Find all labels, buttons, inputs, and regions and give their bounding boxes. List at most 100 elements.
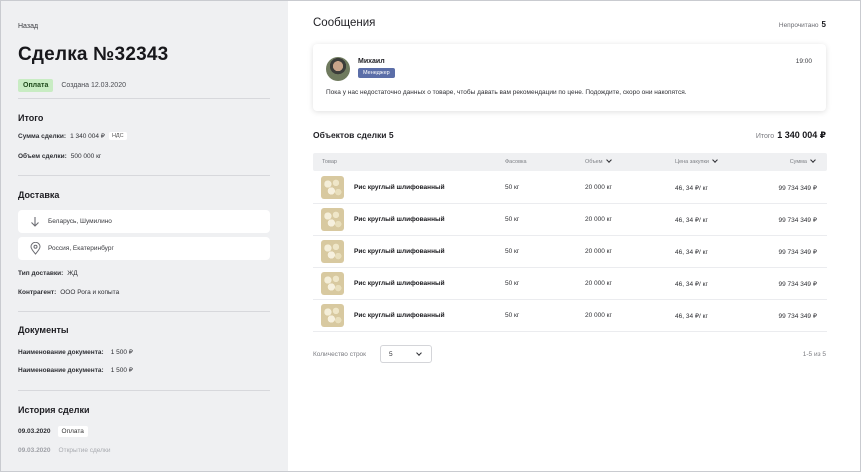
column-price-sort[interactable]: Цена закупки [675, 157, 718, 165]
location-pin-icon [28, 242, 42, 256]
avatar [326, 57, 350, 81]
history-item: 09.03.2020 Оплата [18, 426, 88, 437]
history-event: Оплата [57, 426, 88, 437]
message-text: Пока у нас недостаточно данных о товаре,… [326, 89, 687, 96]
rows-per-page-select[interactable]: 5 [380, 345, 432, 363]
document-label: Наименование документа: [18, 366, 104, 374]
product-pack: 50 кг [505, 280, 520, 287]
chevron-down-icon [810, 157, 816, 163]
product-pack: 50 кг [505, 184, 520, 191]
product-price: 46, 34 ₽/ кг [675, 217, 708, 224]
column-sum: Сумма [789, 159, 807, 165]
messages-title: Сообщения [313, 17, 376, 29]
product-image [321, 272, 344, 295]
product-name: Рис круглый шлифованный [354, 216, 445, 223]
chevron-down-icon [712, 157, 718, 163]
delivery-type-value: ЖД [67, 270, 78, 277]
product-pack: 50 кг [505, 248, 520, 255]
column-price: Цена закупки [675, 159, 710, 165]
product-volume: 20 000 кг [585, 312, 612, 319]
deal-sidebar: Назад Сделка №32343 Оплата Создана 12.03… [1, 1, 288, 471]
column-volume-sort[interactable]: Объем [585, 157, 612, 165]
divider [18, 175, 270, 176]
unread-count: 5 [821, 20, 826, 29]
product-price: 46, 34 ₽/ кг [675, 185, 708, 192]
history-event: Открытие сделки [58, 447, 111, 454]
objects-title: Объектов сделки 5 [313, 130, 394, 140]
product-image [321, 208, 344, 231]
product-sum: 99 734 349 ₽ [778, 281, 817, 288]
contractor: Контрагент: ООО Рога и копыта [18, 289, 119, 296]
table-header: Товар Фасовка Объем Цена закупки Сумма [313, 153, 827, 171]
history-date: 09.03.2020 [18, 428, 51, 435]
divider [18, 390, 270, 391]
back-link[interactable]: Назад [18, 23, 38, 30]
message-author: Михаил [358, 58, 385, 65]
pagination-range: 1-5 из 5 [802, 351, 826, 358]
product-sum: 99 734 349 ₽ [778, 217, 817, 224]
rows-per-page-value: 5 [389, 351, 393, 358]
product-sum: 99 734 349 ₽ [778, 313, 817, 320]
deal-sum-value: 1 340 004 ₽ [70, 133, 105, 140]
product-image [321, 304, 344, 327]
totals-title: Итого [18, 113, 44, 123]
product-volume: 20 000 кг [585, 184, 612, 191]
chevron-down-icon [416, 350, 422, 356]
status-badge: Оплата [18, 79, 54, 92]
document-value: 1 500 ₽ [110, 367, 133, 374]
deal-volume: Объем сделки: 500 000 кг [18, 153, 101, 160]
delivery-to-text: Россия, Екатеринбург [48, 245, 114, 252]
contractor-label: Контрагент: [18, 289, 57, 296]
product-price: 46, 34 ₽/ кг [675, 281, 708, 288]
objects-total-label: Итого [755, 133, 775, 140]
product-volume: 20 000 кг [585, 248, 612, 255]
message-card[interactable]: Михаил Менеджер 19:00 Пока у нас недоста… [313, 44, 826, 111]
documents-title: Документы [18, 325, 69, 335]
deal-sum: Сумма сделки: 1 340 004 ₽ НДС [18, 132, 127, 140]
delivery-title: Доставка [18, 190, 60, 200]
delivery-type-label: Тип доставки: [18, 270, 64, 277]
deal-sum-label: Сумма сделки: [18, 132, 67, 140]
objects-total: Итого 1 340 004 ₽ [756, 130, 826, 141]
table-row[interactable]: Рис круглый шлифованный 50 кг 20 000 кг … [313, 300, 827, 332]
product-image [321, 240, 344, 263]
product-pack: 50 кг [505, 216, 520, 223]
document-value: 1 500 ₽ [110, 349, 133, 356]
product-volume: 20 000 кг [585, 216, 612, 223]
product-name: Рис круглый шлифованный [354, 312, 445, 319]
divider [18, 311, 270, 312]
history-title: История сделки [18, 405, 90, 415]
product-sum: 99 734 349 ₽ [778, 249, 817, 256]
delivery-to-field[interactable]: Россия, Екатеринбург [18, 237, 270, 260]
role-badge: Менеджер [358, 68, 395, 78]
table-row[interactable]: Рис круглый шлифованный 50 кг 20 000 кг … [313, 204, 827, 236]
table-row[interactable]: Рис круглый шлифованный 50 кг 20 000 кг … [313, 172, 827, 204]
message-time: 19:00 [795, 58, 812, 65]
vat-badge: НДС [108, 132, 127, 140]
unread-counter[interactable]: Непрочитано 5 [779, 20, 826, 29]
document-label: Наименование документа: [18, 348, 104, 356]
history-date: 09.03.2020 [18, 447, 51, 454]
history-item: 09.03.2020 Открытие сделки [18, 447, 110, 454]
deal-volume-value: 500 000 кг [70, 153, 102, 160]
main-panel: Сообщения Непрочитано 5 Михаил Менеджер 1… [288, 1, 860, 471]
product-sum: 99 734 349 ₽ [778, 185, 817, 192]
product-name: Рис круглый шлифованный [354, 184, 445, 191]
deal-status-row: Оплата Создана 12.03.2020 [18, 79, 271, 92]
app-frame: Назад Сделка №32343 Оплата Создана 12.03… [0, 0, 861, 472]
table-row[interactable]: Рис круглый шлифованный 50 кг 20 000 кг … [313, 236, 827, 268]
column-sum-sort[interactable]: Сумма [789, 157, 816, 165]
created-date: Создана 12.03.2020 [61, 82, 126, 89]
deal-volume-label: Объем сделки: [18, 153, 67, 160]
column-product: Товар [322, 159, 337, 165]
delivery-from-field[interactable]: Беларусь, Шумилино [18, 210, 270, 233]
product-price: 46, 34 ₽/ кг [675, 249, 708, 256]
document-item[interactable]: Наименование документа: 1 500 ₽ [18, 366, 133, 375]
product-image [321, 176, 344, 199]
document-item[interactable]: Наименование документа: 1 500 ₽ [18, 348, 133, 357]
product-name: Рис круглый шлифованный [354, 248, 445, 255]
objects-total-value: 1 340 004 ₽ [777, 130, 826, 140]
table-row[interactable]: Рис круглый шлифованный 50 кг 20 000 кг … [313, 268, 827, 300]
product-name: Рис круглый шлифованный [354, 280, 445, 287]
column-volume: Объем [585, 159, 603, 165]
